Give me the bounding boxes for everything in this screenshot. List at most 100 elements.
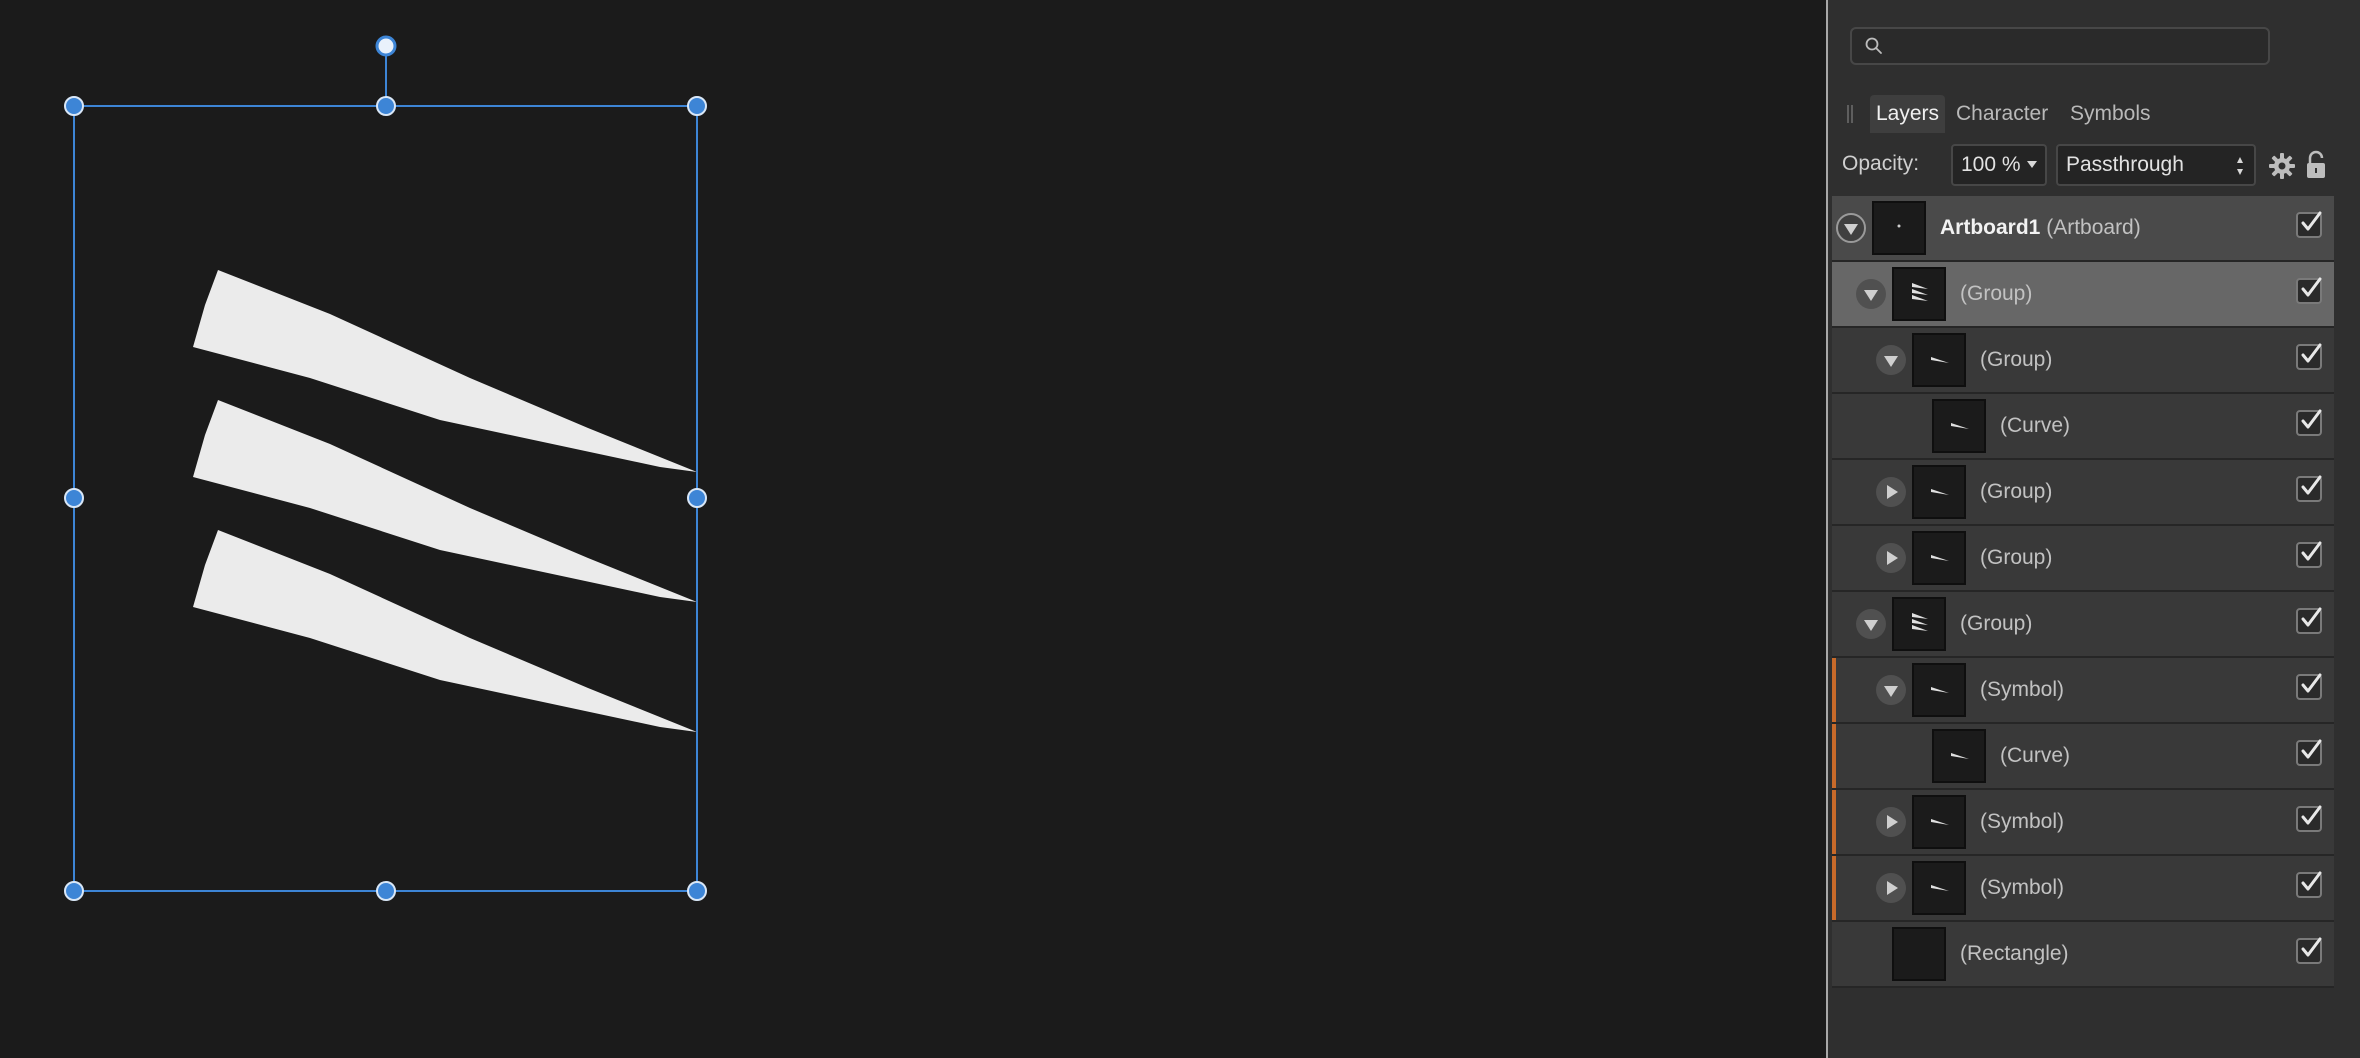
checkmark-icon [2301,607,2322,627]
checkmark-icon [2301,211,2322,231]
disclosure-collapsed-icon[interactable] [1876,477,1906,507]
layer-thumbnail [1912,333,1966,387]
layer-type: (Group) [1960,612,2033,635]
visibility-checkbox[interactable] [2296,475,2322,502]
disclosure-expanded-icon[interactable] [1876,675,1906,705]
checkmark-icon [2301,871,2322,891]
checkmark-icon [2301,739,2322,759]
search-field[interactable] [1850,27,2270,65]
layer-label: (Symbol) [1980,678,2064,702]
visibility-checkbox[interactable] [2296,739,2322,766]
layer-row[interactable]: (Symbol) [1832,856,2334,922]
layer-row[interactable]: (Symbol) [1832,790,2334,856]
tab-character[interactable]: Character [1950,95,2054,133]
layer-thumbnail [1912,861,1966,915]
resize-handle-bottom-right[interactable] [687,881,707,901]
layer-label: (Curve) [2000,744,2070,768]
layer-row[interactable]: (Group) [1832,526,2334,592]
disclosure-expanded-icon[interactable] [1856,279,1886,309]
layer-label: (Group) [1980,546,2052,570]
app-window: Layers Character Symbols Opacity: 100 % … [0,0,2360,1058]
checkmark-icon [2301,673,2322,693]
checkmark-icon [2301,409,2322,429]
layer-thumbnail [1872,201,1926,255]
disclosure-expanded-icon[interactable] [1856,609,1886,639]
layer-label: (Curve) [2000,414,2070,438]
panel-grip-icon[interactable] [1846,104,1854,124]
layer-label: Artboard1 (Artboard) [1940,216,2141,240]
layer-row[interactable]: (Curve) [1832,394,2334,460]
layer-type: (Group) [1960,282,2033,305]
layer-label: (Group) [1980,480,2052,504]
layer-row[interactable]: (Symbol) [1832,658,2334,724]
visibility-checkbox[interactable] [2296,607,2322,634]
layer-row[interactable]: (Group) [1832,262,2334,328]
resize-handle-top-left[interactable] [64,96,84,116]
unlock-icon[interactable] [2305,150,2327,180]
layer-type: (Symbol) [1980,876,2065,899]
resize-handle-top-right[interactable] [687,96,707,116]
tab-layers[interactable]: Layers [1870,95,1946,133]
canvas-artwork[interactable] [0,0,1826,1058]
resize-handle-top[interactable] [376,96,396,116]
search-icon [1865,37,1882,54]
blend-mode-dropdown[interactable]: Passthrough [2056,144,2256,186]
search-input[interactable] [1892,33,2266,61]
visibility-checkbox[interactable] [2296,211,2322,238]
visibility-checkbox[interactable] [2296,937,2322,964]
checkmark-icon [2301,541,2322,561]
symbol-marker [1832,724,1836,788]
layer-row[interactable]: (Curve) [1832,724,2334,790]
disclosure-expanded-icon[interactable] [1836,213,1866,243]
tab-symbols[interactable]: Symbols [2064,95,2157,133]
gear-icon[interactable] [2268,152,2296,180]
layer-label: (Rectangle) [1960,942,2069,966]
layer-type: (Rectangle) [1960,942,2069,965]
layer-label: (Group) [1980,348,2052,372]
visibility-checkbox[interactable] [2296,409,2322,436]
symbol-marker [1832,790,1836,854]
layer-type: (Symbol) [1980,810,2065,833]
layer-thumbnail [1892,597,1946,651]
layer-row[interactable]: Artboard1 (Artboard) [1832,196,2334,262]
disclosure-collapsed-icon[interactable] [1876,807,1906,837]
layer-type: (Symbol) [1980,678,2065,701]
resize-handle-right[interactable] [687,488,707,508]
visibility-checkbox[interactable] [2296,343,2322,370]
resize-handle-bottom-left[interactable] [64,881,84,901]
disclosure-collapsed-icon[interactable] [1876,543,1906,573]
layer-thumbnail [1892,267,1946,321]
design-canvas[interactable] [0,0,1826,1058]
symbol-marker [1832,658,1836,722]
blend-mode-value: Passthrough [2066,153,2184,176]
layer-row[interactable]: (Group) [1832,592,2334,658]
layer-label: (Group) [1960,282,2032,306]
opacity-value: 100 % [1961,153,2021,176]
visibility-checkbox[interactable] [2296,673,2322,700]
checkmark-icon [2301,475,2322,495]
layer-row[interactable]: (Group) [1832,460,2334,526]
layer-row[interactable]: (Group) [1832,328,2334,394]
rotation-handle[interactable] [375,35,397,57]
checkmark-icon [2301,805,2322,825]
layer-thumbnail [1892,927,1946,981]
layer-thumbnail [1932,399,1986,453]
wedge-shape-3[interactable] [193,530,697,732]
symbol-marker [1832,856,1836,920]
visibility-checkbox[interactable] [2296,277,2322,304]
opacity-dropdown[interactable]: 100 % [1951,144,2047,186]
resize-handle-bottom[interactable] [376,881,396,901]
layer-thumbnail [1912,795,1966,849]
layer-label: (Group) [1960,612,2032,636]
chevron-down-icon [2027,161,2037,168]
visibility-checkbox[interactable] [2296,541,2322,568]
layer-thumbnail [1912,663,1966,717]
checkmark-icon [2301,343,2322,363]
layer-row[interactable]: (Rectangle) [1832,922,2334,988]
disclosure-expanded-icon[interactable] [1876,345,1906,375]
resize-handle-left[interactable] [64,488,84,508]
visibility-checkbox[interactable] [2296,805,2322,832]
disclosure-collapsed-icon[interactable] [1876,873,1906,903]
visibility-checkbox[interactable] [2296,871,2322,898]
layers-list: Artboard1 (Artboard) (Group) (Group) (Curve… [1832,196,2334,988]
